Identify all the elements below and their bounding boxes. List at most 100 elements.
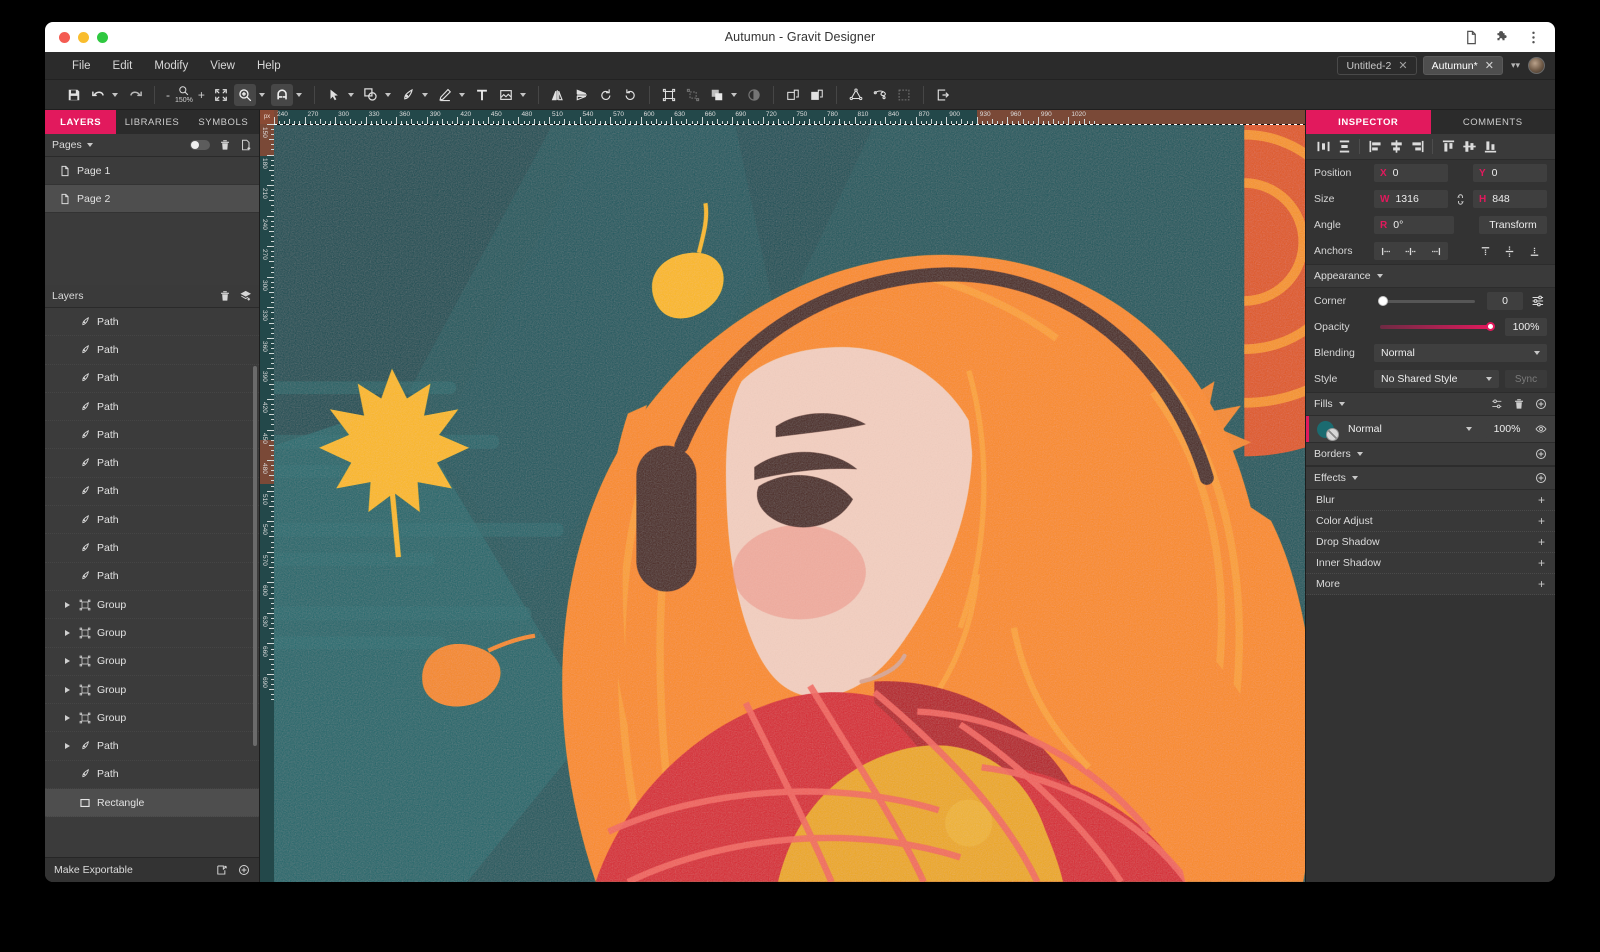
layer-row-path-5[interactable]: Path xyxy=(45,449,259,477)
corner-settings-icon[interactable] xyxy=(1529,293,1547,309)
proportional-lock-icon[interactable] xyxy=(1454,193,1467,206)
export-settings-icon[interactable] xyxy=(216,864,228,876)
effects-section-header[interactable]: Effects xyxy=(1306,466,1555,490)
snap-dropdown-caret-icon[interactable] xyxy=(296,93,302,97)
effect-row-more[interactable]: More+ xyxy=(1306,574,1555,595)
corner-slider[interactable] xyxy=(1380,300,1475,303)
anchor-bottom-icon[interactable] xyxy=(1526,243,1544,259)
layer-row-path-16[interactable]: Path xyxy=(45,761,259,789)
menu-view[interactable]: View xyxy=(199,57,246,75)
flip-horizontal-icon[interactable] xyxy=(547,84,569,106)
sync-style-button[interactable]: Sync xyxy=(1505,370,1547,388)
redo-icon[interactable] xyxy=(124,84,146,106)
page-item-page-1[interactable]: Page 1 xyxy=(45,157,259,185)
anchor-top-icon[interactable] xyxy=(1476,243,1494,259)
opacity-slider-knob[interactable] xyxy=(1486,322,1495,331)
tab-libraries[interactable]: LIBRARIES xyxy=(116,110,187,134)
layer-row-rectangle-17[interactable]: Rectangle xyxy=(45,789,259,817)
rotate-ccw-icon[interactable] xyxy=(595,84,617,106)
add-layer-icon[interactable] xyxy=(240,290,252,302)
align-center-h-icon[interactable] xyxy=(1386,137,1406,157)
chevron-down-icon[interactable] xyxy=(1352,476,1358,480)
anchor-right-icon[interactable] xyxy=(1427,243,1445,259)
avatar[interactable] xyxy=(1528,57,1545,74)
boolean-union-icon[interactable] xyxy=(706,84,728,106)
delete-page-icon[interactable] xyxy=(219,139,231,151)
fit-to-screen-icon[interactable] xyxy=(210,84,232,106)
pointer-tool-icon[interactable] xyxy=(323,84,345,106)
delete-fill-icon[interactable] xyxy=(1513,398,1525,410)
tab-symbols[interactable]: SYMBOLS xyxy=(188,110,259,134)
expand-arrow-icon[interactable] xyxy=(65,715,70,721)
expand-arrow-icon[interactable] xyxy=(65,687,70,693)
chevron-down-icon[interactable] xyxy=(1377,274,1383,278)
chevron-down-icon[interactable]: ▾▾ xyxy=(1511,60,1520,71)
ruler-unit-label[interactable]: px xyxy=(260,110,274,124)
expand-arrow-icon[interactable] xyxy=(65,743,70,749)
document-tab-autumun[interactable]: Autumun* ✕ xyxy=(1423,56,1503,75)
effect-row-inner-shadow[interactable]: Inner Shadow+ xyxy=(1306,553,1555,574)
shape-dropdown-caret-icon[interactable] xyxy=(385,93,391,97)
appearance-section-header[interactable]: Appearance xyxy=(1306,264,1555,288)
effect-row-blur[interactable]: Blur+ xyxy=(1306,490,1555,511)
layer-row-group-10[interactable]: Group xyxy=(45,591,259,619)
position-x-input[interactable]: X 0 xyxy=(1374,164,1448,182)
zoom-tool-icon[interactable] xyxy=(234,84,256,106)
layer-row-path-9[interactable]: Path xyxy=(45,563,259,591)
vertical-ruler[interactable]: 1501802102402703003303603904204504805105… xyxy=(260,124,274,882)
anchor-left-icon[interactable] xyxy=(1377,243,1395,259)
add-effect-plus-icon[interactable]: + xyxy=(1538,536,1545,548)
close-icon[interactable]: ✕ xyxy=(1485,59,1494,72)
image-dropdown-caret-icon[interactable] xyxy=(520,93,526,97)
artwork-illustration[interactable] xyxy=(274,124,1305,882)
layer-row-path-1[interactable]: Path xyxy=(45,336,259,364)
convert-to-path-icon[interactable] xyxy=(845,84,867,106)
zoom-in-button[interactable]: + xyxy=(195,88,208,102)
align-left-icon[interactable] xyxy=(1365,137,1385,157)
fill-blend-select[interactable]: Normal xyxy=(1341,420,1479,438)
add-effect-icon[interactable] xyxy=(1535,472,1547,484)
fill-opacity-input[interactable]: 100% xyxy=(1486,420,1528,438)
add-effect-plus-icon[interactable]: + xyxy=(1538,494,1545,506)
corner-value-input[interactable]: 0 xyxy=(1487,292,1523,310)
borders-section-header[interactable]: Borders xyxy=(1306,442,1555,466)
chevron-down-icon[interactable] xyxy=(1534,351,1540,355)
pen-tool-icon[interactable] xyxy=(397,84,419,106)
fills-section-header[interactable]: Fills xyxy=(1306,392,1555,416)
position-y-input[interactable]: Y 0 xyxy=(1473,164,1547,182)
size-h-input[interactable]: H 848 xyxy=(1473,190,1547,208)
layer-row-path-3[interactable]: Path xyxy=(45,393,259,421)
save-icon[interactable] xyxy=(63,84,85,106)
text-tool-icon[interactable] xyxy=(471,84,493,106)
align-top-icon[interactable] xyxy=(1438,137,1458,157)
add-effect-plus-icon[interactable]: + xyxy=(1538,515,1545,527)
page-item-page-2[interactable]: Page 2 xyxy=(45,185,259,213)
anchor-center-h-icon[interactable] xyxy=(1402,243,1420,259)
undo-icon[interactable] xyxy=(87,84,109,106)
menu-file[interactable]: File xyxy=(61,57,102,75)
add-border-icon[interactable] xyxy=(1535,448,1547,460)
layer-row-path-2[interactable]: Path xyxy=(45,365,259,393)
layers-scrollbar[interactable] xyxy=(253,366,257,746)
make-exportable-bar[interactable]: Make Exportable xyxy=(45,857,259,882)
pen-dropdown-caret-icon[interactable] xyxy=(422,93,428,97)
document-tab-untitled-2[interactable]: Untitled-2 ✕ xyxy=(1337,56,1416,75)
delete-layer-icon[interactable] xyxy=(219,290,231,302)
opacity-value-input[interactable]: 100% xyxy=(1505,318,1547,336)
corner-slider-knob[interactable] xyxy=(1378,296,1388,306)
distribute-horizontal-icon[interactable] xyxy=(1313,137,1333,157)
magnet-snap-icon[interactable] xyxy=(271,84,293,106)
flip-vertical-icon[interactable] xyxy=(571,84,593,106)
add-fill-icon[interactable] xyxy=(1535,398,1547,410)
mask-icon[interactable] xyxy=(743,84,765,106)
menu-modify[interactable]: Modify xyxy=(143,57,199,75)
horizontal-ruler[interactable]: 2402703003303603904204504805105405706006… xyxy=(260,110,1305,124)
add-page-icon[interactable] xyxy=(240,139,252,151)
style-select[interactable]: No Shared Style xyxy=(1374,370,1499,388)
image-tool-icon[interactable] xyxy=(495,84,517,106)
effect-row-drop-shadow[interactable]: Drop Shadow+ xyxy=(1306,532,1555,553)
pointer-dropdown-caret-icon[interactable] xyxy=(348,93,354,97)
expand-arrow-icon[interactable] xyxy=(65,602,70,608)
blending-select[interactable]: Normal xyxy=(1374,344,1547,362)
send-backward-icon[interactable] xyxy=(806,84,828,106)
